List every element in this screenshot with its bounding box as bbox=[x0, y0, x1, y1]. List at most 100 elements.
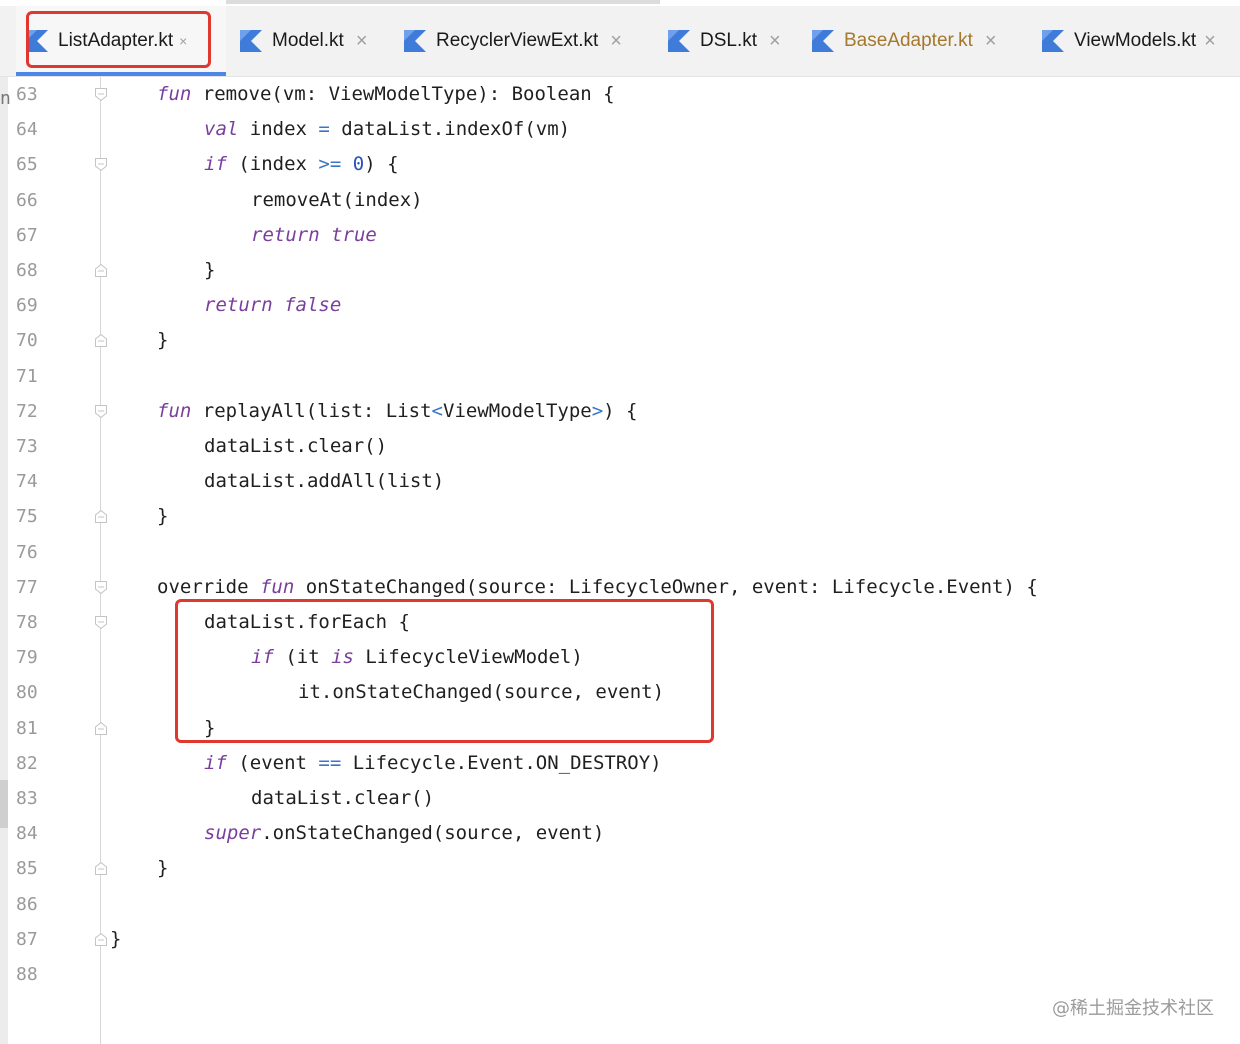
line-number: 79 bbox=[16, 647, 38, 669]
code-line[interactable]: 87} bbox=[0, 922, 1240, 957]
fold-close-icon[interactable] bbox=[95, 334, 107, 348]
code-token: LifecycleViewModel) bbox=[353, 646, 583, 669]
code-line[interactable]: 86 bbox=[0, 887, 1240, 922]
tab-baseadapter[interactable]: BaseAdapter.kt × bbox=[812, 6, 997, 76]
fold-close-icon[interactable] bbox=[95, 510, 107, 524]
code-line[interactable]: 81} bbox=[0, 711, 1240, 746]
close-icon[interactable]: × bbox=[769, 30, 781, 53]
code-line[interactable]: 68} bbox=[0, 253, 1240, 288]
tab-recyclerviewext[interactable]: RecyclerViewExt.kt × bbox=[404, 6, 622, 76]
fold-close-icon[interactable] bbox=[95, 932, 107, 946]
code-line[interactable]: 78 dataList.forEach { bbox=[0, 605, 1240, 640]
code-line[interactable]: 76 bbox=[0, 535, 1240, 570]
line-number: 63 bbox=[16, 84, 38, 105]
code-line[interactable]: 80 it.onStateChanged(source, event) bbox=[0, 675, 1240, 710]
code-line[interactable]: 71 bbox=[0, 359, 1240, 394]
code-line[interactable]: 70} bbox=[0, 323, 1240, 358]
code-text: if (it is LifecycleViewModel) bbox=[251, 640, 583, 675]
close-icon[interactable]: × bbox=[356, 30, 368, 53]
code-line[interactable]: 79 if (it is LifecycleViewModel) bbox=[0, 640, 1240, 675]
number-token: 0 bbox=[352, 153, 365, 176]
code-line[interactable]: 84 super.onStateChanged(source, event) bbox=[0, 816, 1240, 851]
code-line[interactable]: 72 fun replayAll(list: List<ViewModelType… bbox=[0, 394, 1240, 429]
close-icon[interactable]: × bbox=[179, 33, 187, 49]
code-line[interactable]: 77 override fun onStateChanged(source: Li… bbox=[0, 570, 1240, 605]
operator-token: == bbox=[318, 751, 342, 774]
code-line[interactable]: 67 return true bbox=[0, 218, 1240, 253]
line-number: 64 bbox=[16, 119, 38, 141]
code-text: removeAt(index) bbox=[251, 183, 423, 218]
keyword-token: return true bbox=[251, 223, 377, 246]
code-token: replayAll(list: List bbox=[191, 399, 432, 422]
fold-open-icon[interactable] bbox=[95, 158, 107, 172]
code-token: dataList.indexOf(vm) bbox=[329, 118, 571, 141]
code-line[interactable]: 88 bbox=[0, 957, 1240, 992]
code-token: .onStateChanged(source, event) bbox=[261, 822, 605, 845]
operator-token: < bbox=[431, 399, 443, 422]
line-number: 69 bbox=[16, 295, 38, 317]
code-line[interactable]: 65 if (index >= 0) { bbox=[0, 147, 1240, 182]
code-token: remove(vm: ViewModelType): Boolean { bbox=[191, 83, 615, 105]
code-text: dataList.clear() bbox=[204, 429, 387, 464]
tab-model[interactable]: Model.kt × bbox=[240, 6, 368, 76]
kotlin-file-icon bbox=[1042, 30, 1064, 52]
fold-open-icon[interactable] bbox=[95, 404, 107, 418]
code-line[interactable]: 83 dataList.clear() bbox=[0, 781, 1240, 816]
code-line[interactable]: 69 return false bbox=[0, 288, 1240, 323]
fold-open-icon[interactable] bbox=[95, 88, 107, 101]
watermark: @稀土掘金技术社区 bbox=[1052, 998, 1214, 1019]
line-number: 81 bbox=[16, 717, 38, 739]
fold-close-icon[interactable] bbox=[95, 721, 107, 735]
fold-close-icon[interactable] bbox=[95, 862, 107, 876]
code-token: } bbox=[157, 505, 169, 528]
code-text: return false bbox=[204, 288, 341, 323]
line-number: 74 bbox=[16, 471, 38, 493]
keyword-token: if bbox=[251, 646, 274, 669]
code-token: dataList.clear() bbox=[251, 787, 435, 809]
fold-close-icon[interactable] bbox=[95, 264, 107, 277]
code-text: dataList.clear() bbox=[251, 781, 434, 816]
tab-label: RecyclerViewExt.kt bbox=[436, 30, 599, 51]
tab-viewmodels[interactable]: ViewModels.kt × bbox=[1042, 6, 1216, 76]
fold-open-icon[interactable] bbox=[95, 580, 107, 594]
close-icon[interactable]: × bbox=[610, 30, 622, 53]
code-line[interactable]: 64 val index = dataList.indexOf(vm) bbox=[0, 112, 1240, 147]
keyword-token: return false bbox=[204, 294, 342, 317]
code-line[interactable]: 73 dataList.clear() bbox=[0, 429, 1240, 464]
close-icon[interactable]: × bbox=[985, 30, 997, 53]
line-number: 83 bbox=[16, 788, 38, 809]
tab-listadapter[interactable]: ListAdapter.kt × bbox=[16, 6, 226, 76]
editor-tab-bar: ListAdapter.kt × Model.kt × RecyclerView… bbox=[0, 6, 1240, 77]
code-text: } bbox=[204, 711, 215, 746]
kotlin-file-icon bbox=[812, 30, 834, 52]
operator-token: >= bbox=[318, 153, 342, 176]
code-token: } bbox=[204, 259, 216, 281]
code-token: (it bbox=[273, 646, 332, 669]
line-number: 77 bbox=[16, 576, 38, 598]
close-icon[interactable]: × bbox=[1204, 30, 1216, 53]
code-editor[interactable]: 63 fun remove(vm: ViewModelType): Boolean… bbox=[0, 77, 1240, 1044]
kotlin-file-icon bbox=[240, 30, 262, 52]
code-token: onStateChanged(source: LifecycleOwner, e… bbox=[294, 575, 1038, 598]
tab-dsl[interactable]: DSL.kt × bbox=[668, 6, 781, 76]
keyword-token: fun bbox=[157, 83, 192, 105]
code-line[interactable]: 66 removeAt(index) bbox=[0, 183, 1240, 218]
code-line[interactable]: 85} bbox=[0, 851, 1240, 886]
code-line[interactable]: 63 fun remove(vm: ViewModelType): Boolean… bbox=[0, 77, 1240, 112]
fold-open-icon[interactable] bbox=[95, 616, 107, 629]
code-token: removeAt(index) bbox=[251, 188, 423, 211]
code-token: } bbox=[157, 857, 169, 880]
code-line[interactable]: 75} bbox=[0, 499, 1240, 534]
code-line[interactable]: 74 dataList.addAll(list) bbox=[0, 464, 1240, 499]
line-number: 68 bbox=[16, 260, 38, 281]
code-line[interactable]: 82 if (event == Lifecycle.Event.ON_DESTRO… bbox=[0, 746, 1240, 781]
line-number: 80 bbox=[16, 682, 38, 704]
line-number: 71 bbox=[16, 365, 38, 387]
tab-label: DSL.kt bbox=[700, 30, 758, 51]
operator-token: > bbox=[591, 399, 604, 422]
code-text: dataList.addAll(list) bbox=[204, 464, 444, 499]
keyword-token: is bbox=[331, 646, 354, 669]
code-token: index bbox=[238, 118, 319, 141]
code-token: } bbox=[157, 329, 169, 352]
